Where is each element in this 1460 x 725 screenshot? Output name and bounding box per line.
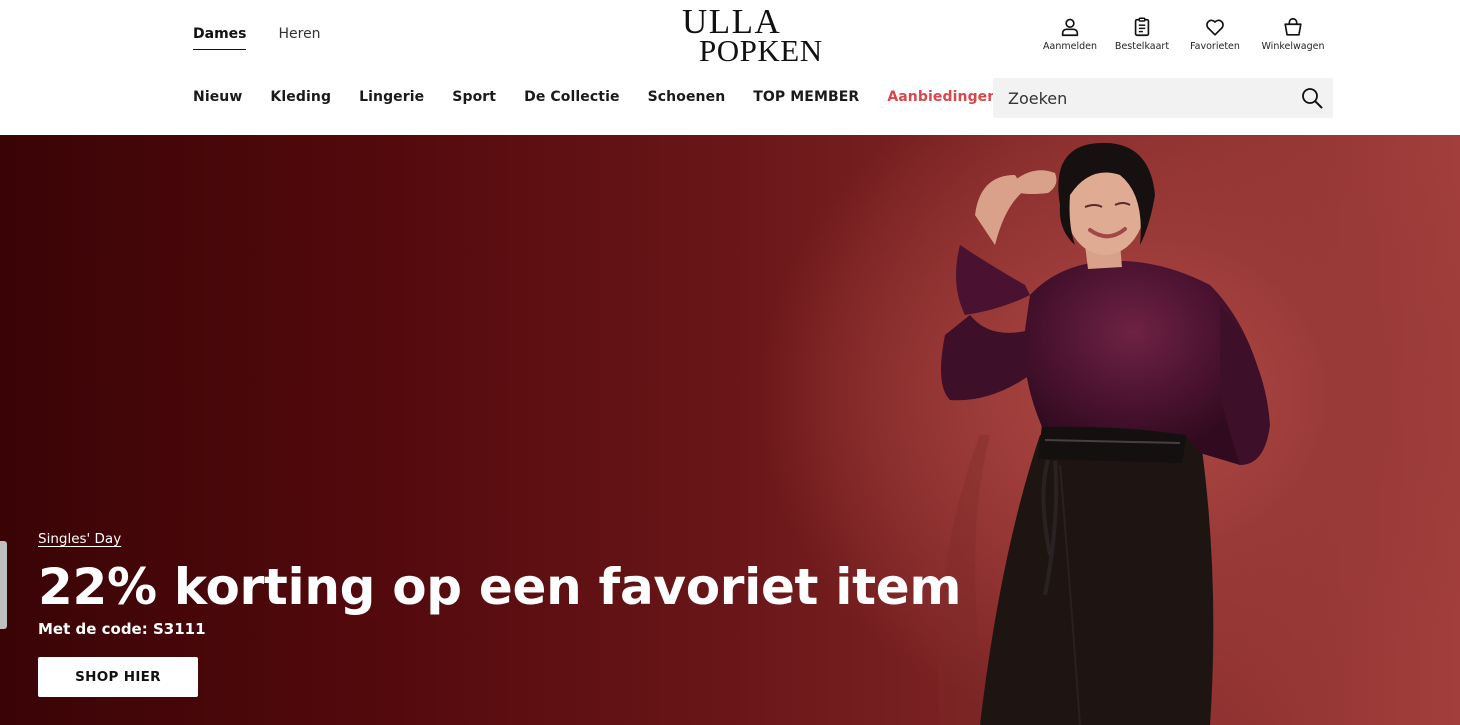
logo-mark: ULLA POPKEN xyxy=(682,2,823,68)
shop-here-button[interactable]: SHOP HIER xyxy=(38,656,198,697)
tab-dames[interactable]: Dames xyxy=(193,26,247,50)
hero-eyebrow-link[interactable]: Singles' Day xyxy=(38,531,121,547)
hero-banner[interactable]: Singles' Day 22% korting op een favoriet… xyxy=(0,135,1460,725)
shopping-bag-icon xyxy=(1284,17,1302,36)
brand-logo[interactable]: ULLA POPKEN xyxy=(681,2,846,68)
order-card-label: Bestelkaart xyxy=(1114,41,1170,52)
search-bar xyxy=(993,78,1333,118)
order-card-button[interactable]: Bestelkaart xyxy=(1114,16,1170,52)
favorites-button[interactable]: Favorieten xyxy=(1189,16,1241,52)
nav-schoenen[interactable]: Schoenen xyxy=(648,89,726,105)
nav-top-member[interactable]: TOP MEMBER xyxy=(753,89,859,105)
account-actions: Aanmelden Bestelkaart Favorieten Winkelw… xyxy=(1042,16,1325,52)
nav-nieuw[interactable]: Nieuw xyxy=(193,89,242,105)
nav-aanbiedingen[interactable]: Aanbiedingen xyxy=(887,89,997,105)
cart-label: Winkelwagen xyxy=(1261,41,1325,52)
search-input[interactable] xyxy=(993,78,1283,118)
nav-kleding[interactable]: Kleding xyxy=(270,89,331,105)
cart-button[interactable]: Winkelwagen xyxy=(1261,16,1325,52)
gender-tabs: Dames Heren xyxy=(193,26,321,50)
search-button[interactable] xyxy=(1300,86,1324,110)
hero-model-image xyxy=(938,142,1270,725)
login-label: Aanmelden xyxy=(1043,41,1097,52)
favorites-label: Favorieten xyxy=(1190,41,1240,52)
nav-lingerie[interactable]: Lingerie xyxy=(359,89,424,105)
hero-promo-code: Met de code: S3111 xyxy=(38,619,206,638)
main-navigation: Nieuw Kleding Lingerie Sport De Collecti… xyxy=(193,89,1025,105)
search-icon xyxy=(1302,88,1323,109)
side-feedback-tab[interactable] xyxy=(0,541,7,629)
hero-content: Singles' Day 22% korting op een favoriet… xyxy=(38,528,961,697)
logo-line2: POPKEN xyxy=(699,33,823,64)
login-button[interactable]: Aanmelden xyxy=(1042,16,1098,52)
heart-icon xyxy=(1206,19,1224,36)
nav-sport[interactable]: Sport xyxy=(452,89,496,105)
hero-headline: 22% korting op een favoriet item xyxy=(38,558,962,616)
user-icon xyxy=(1061,18,1079,37)
nav-de-collectie[interactable]: De Collectie xyxy=(524,89,619,105)
tab-heren[interactable]: Heren xyxy=(278,26,320,50)
site-header: Dames Heren ULLA POPKEN Aanmelden Bestel… xyxy=(0,0,1460,135)
order-card-icon xyxy=(1134,17,1150,37)
